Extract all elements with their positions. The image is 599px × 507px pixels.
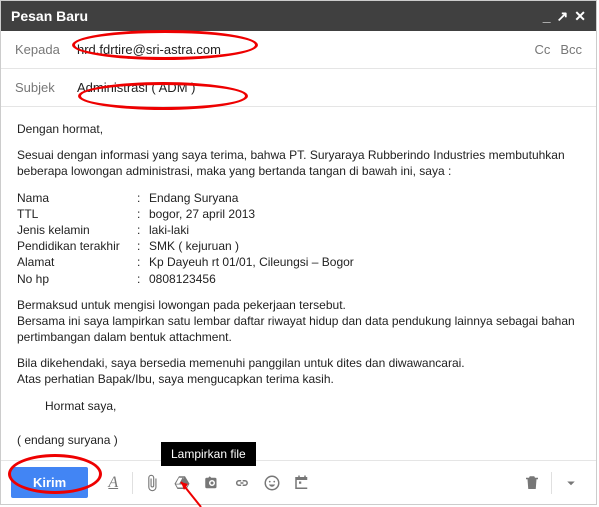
compose-window: Pesan Baru _ ↗ ✕ Kepada hrd.fdrtire@sri-… [0, 0, 597, 505]
detail-row: Jenis kelamin:laki-laki [17, 222, 580, 238]
closing: Hormat saya, [17, 398, 580, 414]
compose-toolbar: Kirim A [1, 460, 596, 504]
minimize-icon[interactable]: _ [543, 9, 551, 23]
intro-paragraph: Sesuai dengan informasi yang saya terima… [17, 147, 580, 179]
drive-icon[interactable] [169, 470, 195, 496]
trash-icon[interactable] [519, 470, 545, 496]
subject-value[interactable]: Administrasi ( ADM ) [77, 80, 582, 95]
to-label: Kepada [15, 42, 77, 57]
detail-row: Nama:Endang Suryana [17, 190, 580, 206]
separator [132, 472, 133, 494]
message-body[interactable]: Dengan hormat, Sesuai dengan informasi y… [1, 107, 596, 460]
detail-row: TTL:bogor, 27 april 2013 [17, 206, 580, 222]
titlebar: Pesan Baru _ ↗ ✕ [1, 1, 596, 31]
subject-row[interactable]: Subjek Administrasi ( ADM ) [1, 69, 596, 107]
cc-button[interactable]: Cc [534, 42, 550, 57]
detail-row: Pendidikan terakhir:SMK ( kejuruan ) [17, 238, 580, 254]
detail-row: Alamat:Kp Dayeuh rt 01/01, Cileungsi – B… [17, 254, 580, 270]
window-title: Pesan Baru [11, 8, 88, 24]
paragraph: Bermaksud untuk mengisi lowongan pada pe… [17, 297, 580, 346]
emoji-icon[interactable] [259, 470, 285, 496]
details-block: Nama:Endang Suryana TTL:bogor, 27 april … [17, 190, 580, 287]
to-row[interactable]: Kepada hrd.fdrtire@sri-astra.com Cc Bcc [1, 31, 596, 69]
calendar-icon[interactable] [289, 470, 315, 496]
attach-icon[interactable] [139, 470, 165, 496]
attach-tooltip: Lampirkan file [161, 442, 256, 466]
link-icon[interactable] [229, 470, 255, 496]
separator [551, 472, 552, 494]
to-value[interactable]: hrd.fdrtire@sri-astra.com [77, 42, 524, 57]
detail-row: No hp:0808123456 [17, 271, 580, 287]
expand-icon[interactable]: ↗ [557, 9, 569, 23]
format-icon[interactable]: A [100, 470, 126, 496]
photo-icon[interactable] [199, 470, 225, 496]
signature: ( endang suryana ) [17, 432, 580, 448]
bcc-button[interactable]: Bcc [560, 42, 582, 57]
subject-label: Subjek [15, 80, 77, 95]
close-icon[interactable]: ✕ [574, 9, 586, 23]
greeting: Dengan hormat, [17, 121, 580, 137]
paragraph: Bila dikehendaki, saya bersedia memenuhi… [17, 355, 580, 387]
send-button[interactable]: Kirim [11, 467, 88, 498]
more-icon[interactable] [558, 470, 584, 496]
